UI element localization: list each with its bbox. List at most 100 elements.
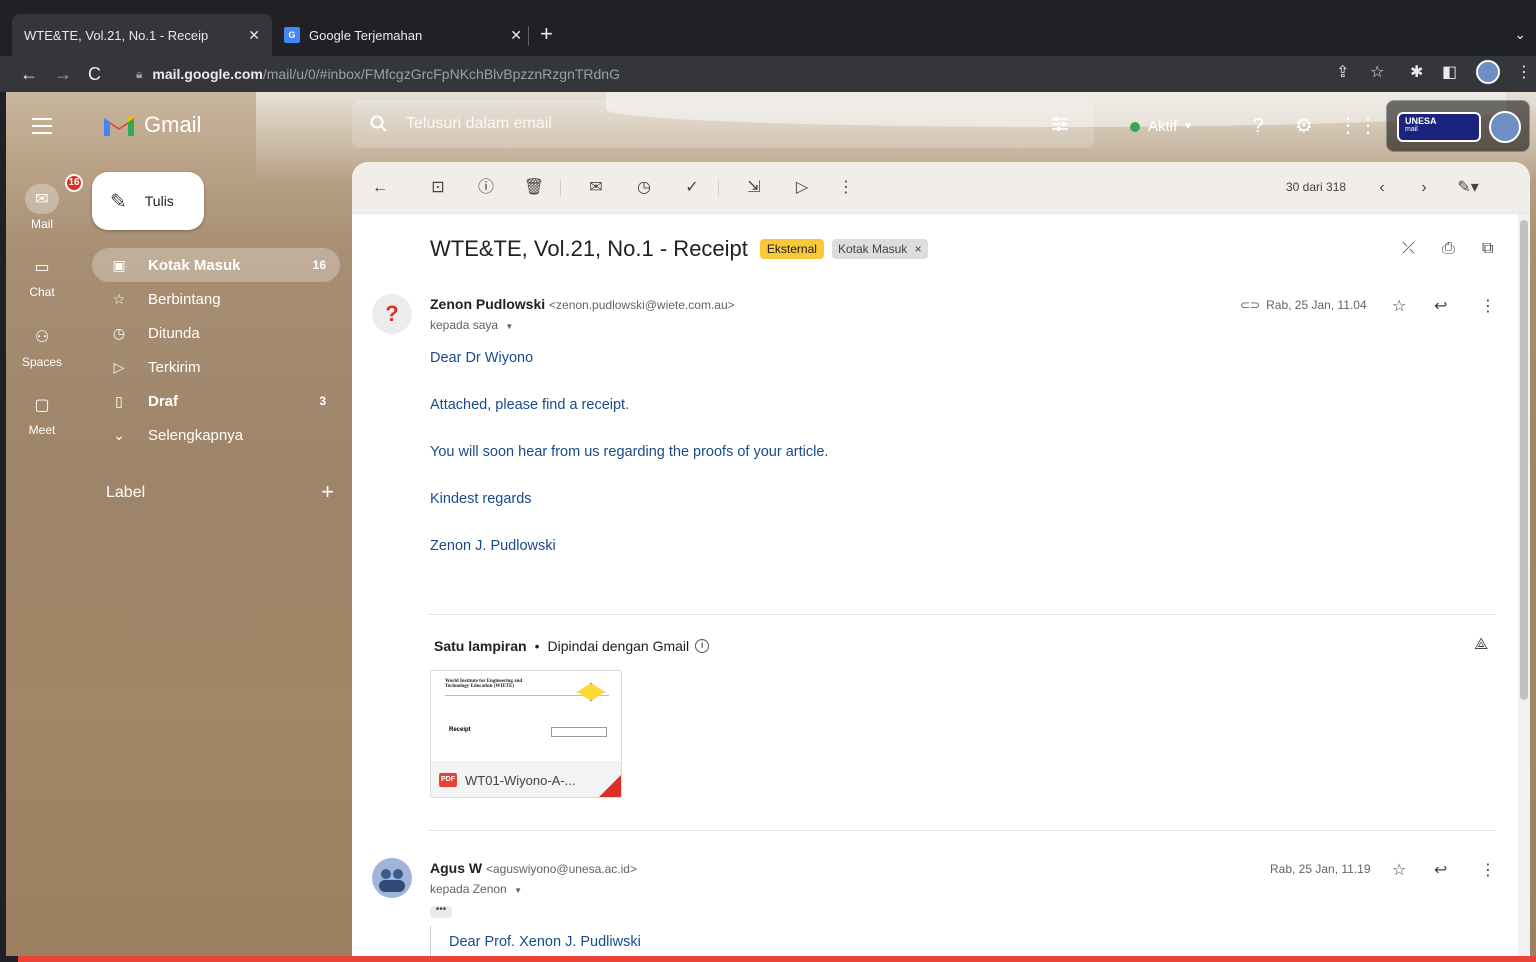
chrome-menu-icon[interactable]: ⋮	[1516, 62, 1532, 82]
translate-favicon: G	[284, 27, 300, 43]
mark-unread-icon[interactable]: ✉	[584, 176, 608, 200]
video-icon: ▢	[34, 397, 50, 414]
label-icon[interactable]: ▷	[790, 176, 814, 200]
nav-label: Ditunda	[148, 324, 200, 342]
rail-meet[interactable]: ▢ Meet	[6, 390, 78, 437]
external-tag: Eksternal	[759, 239, 824, 259]
star-icon: ☆	[112, 290, 126, 307]
sender-name: Zenon Pudlowski	[430, 296, 546, 312]
attachment-name: WT01-Wiyono-A-...	[465, 772, 576, 788]
divider	[428, 830, 1496, 831]
status-dot	[1130, 121, 1140, 132]
nav-item-starred[interactable]: ☆ Berbintang	[92, 282, 340, 316]
new-tab-icon[interactable]: +	[540, 22, 553, 46]
close-icon[interactable]: ✕	[248, 27, 260, 44]
add-label-icon[interactable]: +	[321, 481, 334, 503]
collapse-all-icon[interactable]: ⤫	[1402, 240, 1415, 258]
nav-item-sent[interactable]: ▷ Terkirim	[92, 350, 340, 384]
apps-grid-icon[interactable]: ⋮⋮	[1338, 114, 1378, 138]
url-path: /mail/u/0/#inbox/FMfcgzGrcFpNKchBlvBpzzn…	[262, 66, 620, 82]
search-bar[interactable]	[352, 100, 1094, 148]
reply-icon[interactable]: ↩	[1434, 860, 1447, 880]
nav-item-snoozed[interactable]: ◷ Ditunda	[92, 316, 340, 350]
back-icon[interactable]: ←	[20, 62, 38, 86]
reply-icon[interactable]: ↩	[1434, 296, 1447, 316]
unesa-logo-text: UNESA	[1405, 116, 1437, 126]
body-line: Kindest regards	[430, 491, 532, 507]
share-icon[interactable]: ⇪	[1336, 62, 1349, 82]
nav-item-more[interactable]: ⌄ Selengkapnya	[92, 418, 340, 452]
chevron-down-icon: ▼	[1183, 121, 1194, 132]
message-from: Zenon Pudlowski <zenon.pudlowski@wiete.c…	[430, 296, 735, 312]
tab-google-translate[interactable]: G Google Terjemahan ✕	[272, 14, 534, 56]
extensions-icon[interactable]: ✱	[1410, 62, 1423, 82]
input-tools-icon[interactable]: ✎▾	[1456, 176, 1480, 200]
show-trimmed-content-button[interactable]: •••	[430, 905, 452, 918]
search-input[interactable]	[406, 115, 1006, 133]
body-line: You will soon hear from us regarding the…	[430, 444, 829, 460]
snooze-icon[interactable]: ◷	[632, 176, 656, 200]
more-vert-icon[interactable]: ⋮	[834, 176, 858, 200]
recipient-toggle[interactable]: kepada saya ▼	[430, 318, 513, 332]
attachment-card[interactable]: World Institute for Engineering and Tech…	[430, 670, 622, 798]
labels-header: Label +	[106, 481, 334, 503]
chevron-down-icon[interactable]: ⌄	[1514, 26, 1526, 43]
more-vert-icon[interactable]: ⋮	[1480, 860, 1496, 880]
body-line: Zenon J. Pudlowski	[430, 538, 556, 554]
compose-button[interactable]: ✎ Tulis	[92, 172, 204, 230]
report-spam-icon[interactable]: ⓘ	[474, 176, 498, 200]
back-to-inbox-icon[interactable]: ←	[368, 176, 392, 200]
mail-unread-badge: 16	[65, 174, 83, 192]
gmail-logo[interactable]: Gmail	[102, 112, 201, 138]
more-vert-icon[interactable]: ⋮	[1480, 296, 1496, 316]
recipient-toggle[interactable]: kepada Zenon ▼	[430, 882, 522, 896]
nav-item-drafts[interactable]: ▯ Draf 3	[92, 384, 340, 418]
star-icon[interactable]: ☆	[1392, 860, 1406, 880]
open-new-window-icon[interactable]: ⧉	[1482, 240, 1493, 258]
rail-mail[interactable]: ✉ 16 Mail	[6, 174, 83, 231]
profile-avatar[interactable]	[1476, 60, 1500, 84]
info-icon[interactable]: i	[695, 639, 710, 653]
tab-gmail[interactable]: 16 WTE&TE, Vol.21, No.1 - Receip ✕	[12, 14, 1536, 962]
account-switcher[interactable]: UNESA mail	[1386, 100, 1530, 152]
toolbar-separator	[560, 180, 561, 196]
rail-chat[interactable]: ▭ Chat	[6, 252, 78, 299]
search-options-icon[interactable]	[1050, 114, 1070, 134]
divider	[428, 614, 1496, 615]
chevron-down-icon: ⌄	[113, 426, 125, 443]
status-selector[interactable]: Aktif ▼	[1130, 118, 1193, 135]
scrollbar[interactable]	[1518, 214, 1530, 956]
scrollbar-thumb[interactable]	[1520, 220, 1528, 700]
nav-item-inbox[interactable]: ▣ Kotak Masuk 16	[92, 248, 340, 282]
rail-spaces[interactable]: ⚇ Spaces	[6, 322, 78, 369]
archive-icon[interactable]: ⊡	[426, 176, 450, 200]
star-icon[interactable]: ☆	[1392, 296, 1406, 316]
main-menu-icon[interactable]	[32, 118, 52, 134]
close-icon[interactable]: ✕	[510, 27, 522, 44]
sidepanel-icon[interactable]: ◧	[1442, 62, 1457, 82]
search-icon[interactable]	[370, 115, 388, 133]
account-avatar[interactable]	[1489, 111, 1521, 143]
nav-count: 16	[312, 258, 326, 272]
url-field[interactable]: 🔒︎ mail.google.com /mail/u/0/#inbox/FMfc…	[120, 60, 1390, 88]
unesa-logo: UNESA mail	[1397, 112, 1481, 142]
sender-email: <zenon.pudlowski@wiete.com.au>	[549, 298, 735, 312]
add-to-drive-icon[interactable]: ⟁	[1474, 636, 1488, 654]
forward-icon[interactable]: →	[54, 62, 72, 86]
rail-label: Spaces	[21, 355, 63, 369]
bookmark-star-icon[interactable]: ☆	[1370, 62, 1384, 82]
inbox-label-chip[interactable]: Kotak Masuk ×	[831, 239, 928, 259]
spaces-icon: ⚇	[34, 329, 50, 346]
trash-icon[interactable]: 🗑︎	[522, 176, 546, 200]
print-icon[interactable]: ⎙	[1442, 240, 1455, 258]
browser-tab-bar: 16 WTE&TE, Vol.21, No.1 - Receip ✕ G Goo…	[0, 0, 1536, 962]
nav-label: Terkirim	[148, 358, 201, 376]
close-icon[interactable]: ×	[915, 242, 922, 256]
move-to-icon[interactable]: ⇲	[742, 176, 766, 200]
gear-icon[interactable]: ⚙	[1292, 114, 1316, 138]
prev-message-icon[interactable]: ‹	[1370, 176, 1394, 200]
help-icon[interactable]: ?	[1246, 114, 1270, 138]
next-message-icon[interactable]: ›	[1412, 176, 1436, 200]
add-task-icon[interactable]: ✓	[680, 176, 704, 200]
reload-icon[interactable]: C	[88, 62, 101, 86]
